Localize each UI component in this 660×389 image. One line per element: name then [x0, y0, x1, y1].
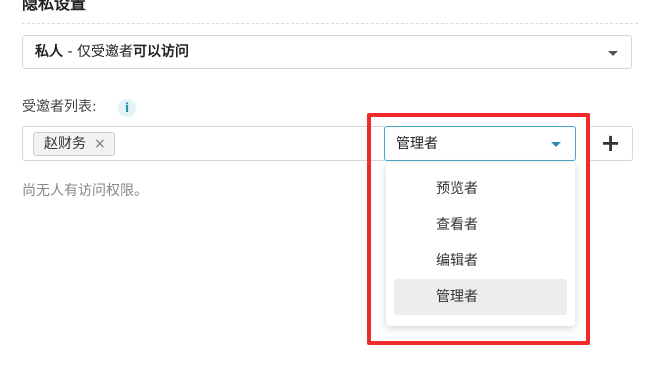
privacy-value-bold-2: 可以访问 [132, 44, 189, 60]
privacy-settings-panel: 隐私设置 私人 - 仅受邀者可以访问 受邀者列表: i 赵财务 × 管理者 + 尚… [0, 0, 660, 389]
empty-access-note: 尚无人有访问权限。 [22, 183, 148, 199]
invitee-input[interactable]: 赵财务 × [22, 126, 384, 161]
add-invitee-button[interactable]: + [588, 126, 633, 161]
chevron-down-icon [608, 51, 618, 56]
close-icon[interactable]: × [94, 133, 106, 155]
section-title: 隐私设置 [22, 0, 87, 13]
role-option-editor[interactable]: 编辑者 [394, 243, 567, 279]
role-option-viewer[interactable]: 查看者 [394, 207, 567, 243]
invitees-label: 受邀者列表: [22, 99, 97, 115]
info-icon[interactable]: i [118, 99, 136, 117]
title-divider [22, 23, 638, 24]
role-option-previewer[interactable]: 预览者 [394, 171, 567, 207]
privacy-select-value: 私人 - 仅受邀者可以访问 [35, 43, 189, 61]
role-select[interactable]: 管理者 [384, 126, 576, 161]
role-dropdown-menu: 预览者 查看者 编辑者 管理者 [386, 163, 575, 326]
chevron-down-icon [551, 142, 561, 147]
role-option-manager[interactable]: 管理者 [394, 279, 567, 315]
privacy-select[interactable]: 私人 - 仅受邀者可以访问 [22, 35, 632, 69]
invitee-chip: 赵财务 × [33, 132, 115, 156]
role-select-value: 管理者 [396, 136, 438, 152]
invitee-chip-label: 赵财务 [44, 136, 86, 152]
privacy-value-normal: - 仅受邀者 [63, 44, 133, 60]
privacy-value-bold: 私人 [35, 44, 63, 60]
